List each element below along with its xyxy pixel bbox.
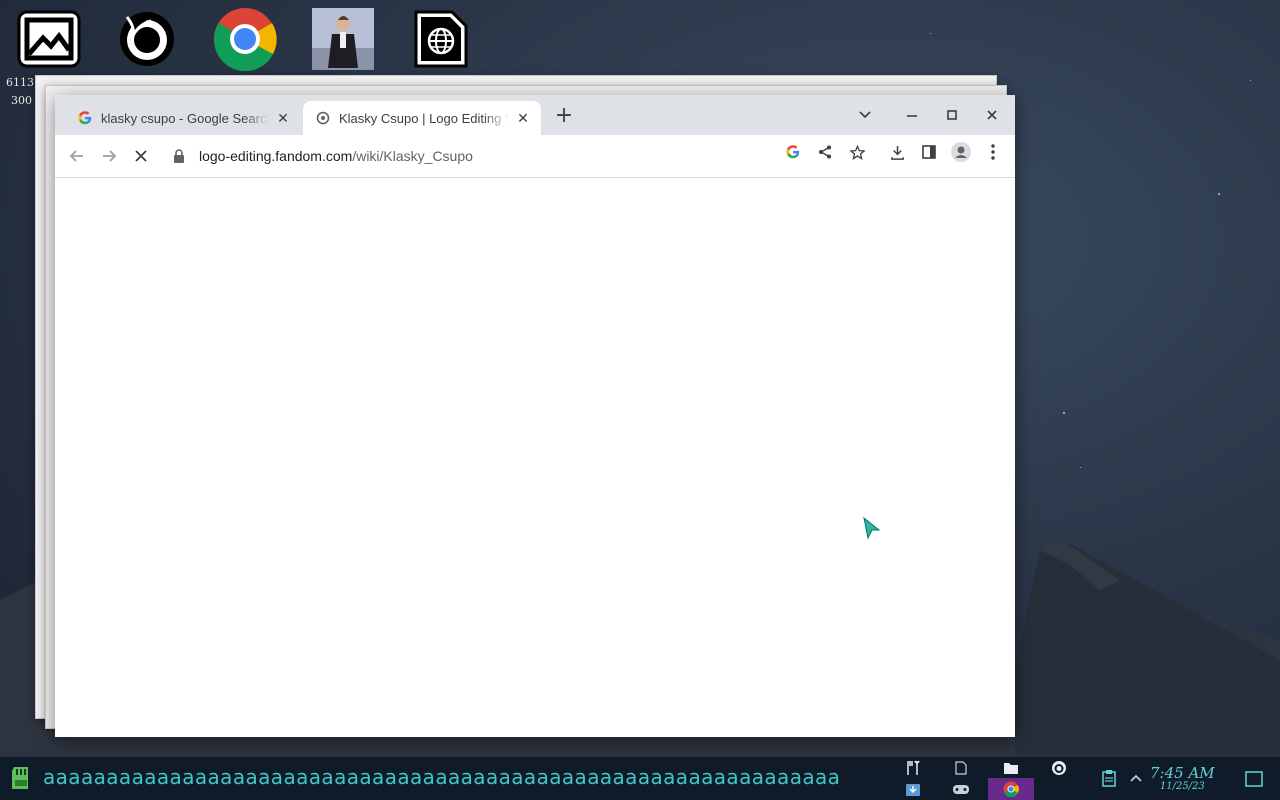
tools-icon[interactable] bbox=[902, 759, 924, 777]
marquee-text: aaaaaaaaaaaaaaaaaaaaaaaaaaaaaaaaaaaaaaaa… bbox=[43, 765, 841, 789]
chevron-up-icon[interactable] bbox=[1126, 767, 1146, 789]
image-viewer-icon[interactable] bbox=[16, 6, 82, 72]
taskbar: aaaaaaaaaaaaaaaaaaaaaaaaaaaaaaaaaaaaaaaa… bbox=[0, 757, 1280, 800]
clock-date: 11/25/23 bbox=[1159, 781, 1205, 792]
browser-window[interactable]: klasky csupo - Google Search ✕ Klasky Cs… bbox=[55, 95, 1015, 737]
folder-icon[interactable] bbox=[1000, 759, 1022, 777]
notification-center-icon[interactable] bbox=[1243, 768, 1265, 790]
google-lens-icon[interactable] bbox=[782, 141, 804, 163]
rick-photo-icon[interactable] bbox=[310, 6, 376, 72]
close-window-icon[interactable] bbox=[978, 103, 1006, 127]
star bbox=[1250, 80, 1251, 81]
url-text[interactable]: logo-editing.fandom.com/wiki/Klasky_Csup… bbox=[199, 148, 473, 164]
tab-logo-editing[interactable]: Klasky Csupo | Logo Editing Wiki ✕ bbox=[303, 101, 541, 135]
share-icon[interactable] bbox=[814, 141, 836, 163]
url-domain: logo-editing.fandom.com bbox=[199, 148, 353, 164]
tab-title: klasky csupo - Google Search bbox=[101, 110, 269, 126]
tab-search-icon[interactable] bbox=[851, 103, 879, 127]
tab-strip: klasky csupo - Google Search ✕ Klasky Cs… bbox=[55, 95, 1015, 135]
minimize-icon[interactable] bbox=[898, 103, 926, 127]
clock-time: 7:45 AM bbox=[1150, 764, 1215, 782]
chrome-icon[interactable] bbox=[212, 6, 278, 72]
stop-loading-icon[interactable] bbox=[127, 142, 155, 170]
firefox-icon[interactable] bbox=[114, 6, 180, 72]
new-tab-button[interactable]: + bbox=[553, 105, 575, 128]
star bbox=[930, 33, 931, 34]
software-center-icon[interactable] bbox=[902, 780, 924, 798]
close-tab-icon[interactable]: ✕ bbox=[513, 108, 533, 128]
page-content[interactable] bbox=[55, 178, 1015, 737]
address-bar[interactable]: logo-editing.fandom.com/wiki/Klasky_Csup… bbox=[165, 140, 877, 172]
side-panel-icon[interactable] bbox=[918, 141, 940, 163]
bookmark-star-icon[interactable] bbox=[846, 141, 868, 163]
sd-card-icon[interactable] bbox=[8, 765, 34, 791]
desktop-icon-label: 6113 bbox=[6, 76, 34, 89]
firefox-taskbar-icon[interactable] bbox=[1048, 759, 1070, 777]
star bbox=[1080, 467, 1081, 468]
mouse-cursor-icon bbox=[863, 516, 881, 540]
close-tab-icon[interactable]: ✕ bbox=[273, 108, 293, 128]
browser-toolbar: logo-editing.fandom.com/wiki/Klasky_Csup… bbox=[55, 135, 1015, 178]
download-icon[interactable] bbox=[886, 141, 908, 163]
forward-icon[interactable] bbox=[95, 142, 123, 170]
tab-google-search[interactable]: klasky csupo - Google Search ✕ bbox=[65, 101, 301, 135]
back-icon[interactable] bbox=[63, 142, 91, 170]
fandom-loading-icon bbox=[315, 110, 331, 126]
gamepad-icon[interactable] bbox=[950, 780, 972, 798]
menu-kebab-icon[interactable] bbox=[982, 141, 1004, 163]
star bbox=[1218, 193, 1220, 195]
clipboard-icon[interactable] bbox=[1098, 767, 1120, 789]
maximize-icon[interactable] bbox=[938, 103, 966, 127]
web-document-icon[interactable] bbox=[408, 6, 474, 72]
desktop-icon-label: 300 bbox=[11, 94, 32, 107]
profile-avatar-icon[interactable] bbox=[950, 141, 972, 163]
lock-icon[interactable] bbox=[173, 149, 189, 163]
google-icon bbox=[77, 110, 93, 126]
tab-title: Klasky Csupo | Logo Editing Wiki bbox=[339, 110, 509, 126]
url-path: /wiki/Klasky_Csupo bbox=[352, 148, 473, 164]
chrome-taskbar-button[interactable] bbox=[988, 778, 1034, 800]
star bbox=[1063, 412, 1065, 414]
clock[interactable]: 7:45 AM 11/25/23 bbox=[1150, 765, 1215, 793]
file-icon[interactable] bbox=[950, 759, 972, 777]
